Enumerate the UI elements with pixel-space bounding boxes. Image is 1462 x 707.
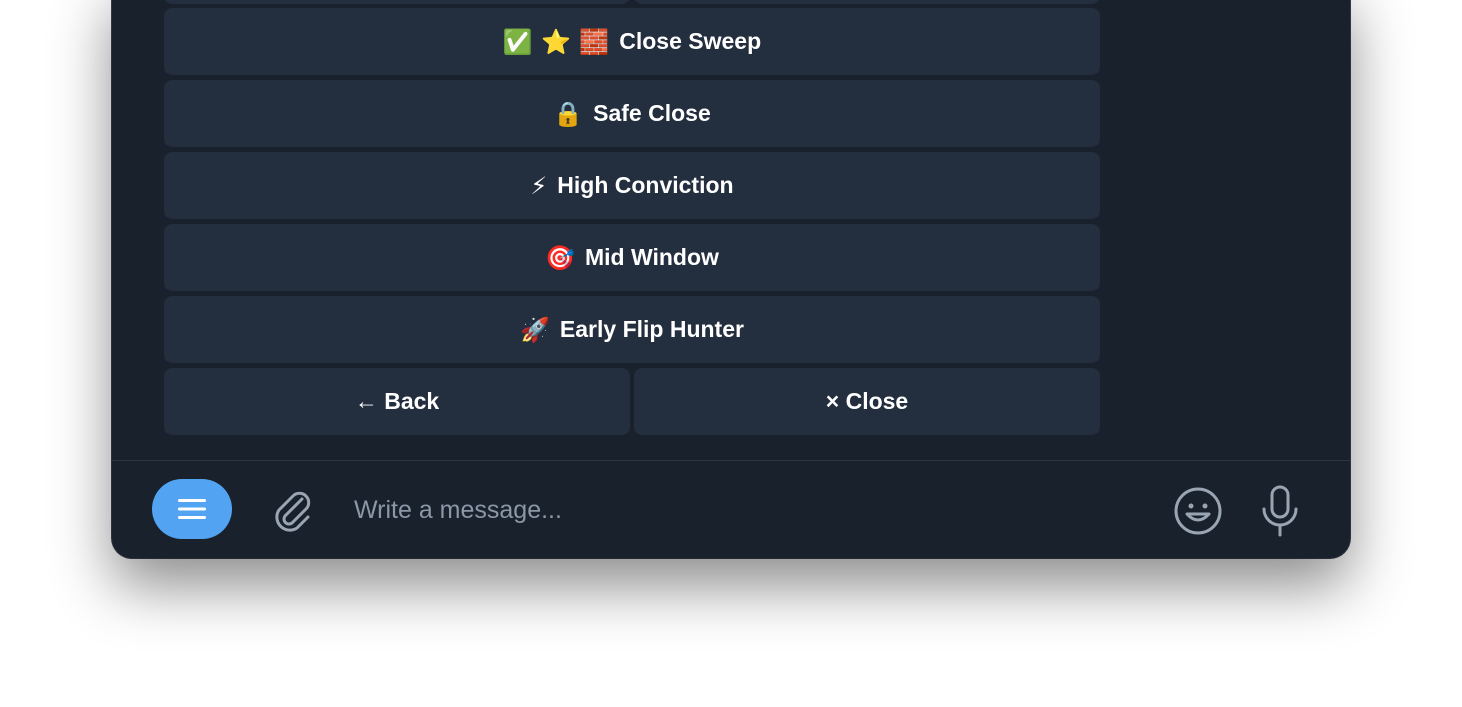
chat-window: ✅ ⭐ 🧱 Close Sweep 🔒 Safe Close ⚡ High Co… bbox=[112, 0, 1350, 558]
message-composer bbox=[112, 461, 1350, 558]
message-input[interactable] bbox=[352, 485, 1136, 535]
back-label: ← Back bbox=[354, 388, 440, 414]
high-conviction-button[interactable]: ⚡ High Conviction bbox=[164, 152, 1100, 219]
safe-close-label: Safe Close bbox=[593, 100, 711, 126]
paperclip-icon bbox=[275, 491, 311, 532]
voice-message-button[interactable] bbox=[1254, 483, 1306, 539]
microphone-icon bbox=[1262, 485, 1298, 537]
smiley-icon bbox=[1174, 487, 1222, 535]
partial-button-right[interactable] bbox=[634, 0, 1100, 4]
bot-menu-button[interactable] bbox=[152, 479, 232, 539]
mid-window-label: Mid Window bbox=[584, 244, 719, 270]
attach-button[interactable] bbox=[268, 485, 316, 535]
close-button[interactable]: × Close bbox=[634, 368, 1100, 435]
back-button[interactable]: ← Back bbox=[164, 368, 630, 435]
early-flip-hunter-button[interactable]: 🚀 Early Flip Hunter bbox=[164, 296, 1100, 363]
close-label: × Close bbox=[825, 388, 909, 414]
early-flip-hunter-label: Early Flip Hunter bbox=[559, 316, 744, 342]
close-sweep-button[interactable]: ✅ ⭐ 🧱 Close Sweep bbox=[164, 8, 1100, 75]
close-sweep-label: Close Sweep bbox=[619, 28, 762, 54]
keyboard-row-partial bbox=[164, 0, 1100, 4]
high-conviction-label: High Conviction bbox=[557, 172, 734, 198]
close-sweep-emoji: ✅ ⭐ 🧱 bbox=[502, 27, 610, 56]
mid-window-button[interactable]: 🎯 Mid Window bbox=[164, 224, 1100, 291]
menu-icon bbox=[178, 499, 206, 519]
lightning-emoji: ⚡ bbox=[530, 171, 548, 200]
target-emoji: 🎯 bbox=[545, 243, 575, 272]
lock-emoji: 🔒 bbox=[553, 99, 584, 128]
emoji-button[interactable] bbox=[1172, 485, 1224, 537]
partial-button-left[interactable] bbox=[164, 0, 630, 4]
rocket-emoji: 🚀 bbox=[520, 315, 550, 344]
safe-close-button[interactable]: 🔒 Safe Close bbox=[164, 80, 1100, 147]
